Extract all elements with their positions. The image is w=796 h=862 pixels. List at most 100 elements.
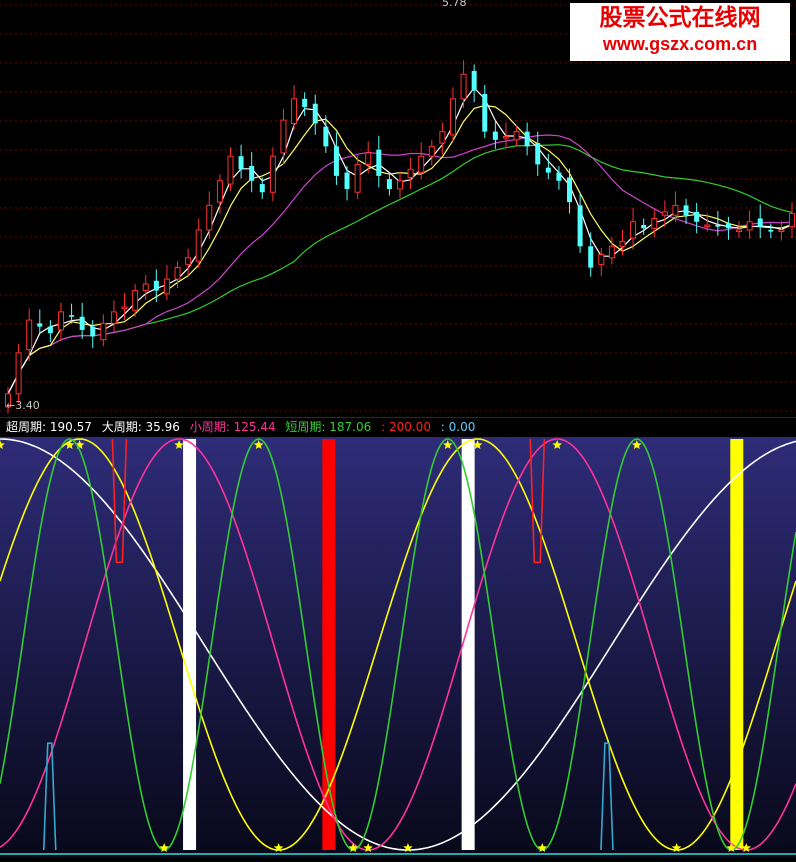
candle: [376, 135, 382, 188]
candle-body: [407, 168, 414, 179]
candle-body: [238, 156, 244, 170]
candle-body: [598, 254, 605, 265]
candle: [768, 223, 774, 239]
candle-body: [69, 315, 75, 317]
legend-big-cycle: 大周期: 35.96: [101, 420, 180, 434]
candle: [449, 87, 456, 142]
candle-body: [619, 240, 626, 247]
candle-body: [746, 221, 753, 231]
candle-body: [227, 155, 234, 185]
candle: [79, 302, 85, 339]
high-price-label: 5.78: [442, 0, 467, 9]
candle-body: [195, 229, 202, 262]
candle-body: [418, 155, 425, 174]
candle-body: [386, 179, 392, 189]
candle-body: [249, 166, 255, 181]
cycle-oscillator-svg: [0, 437, 796, 858]
candle-body: [789, 213, 795, 228]
candle-body: [694, 211, 700, 222]
candle-body: [121, 306, 128, 310]
candle-body: [683, 205, 689, 216]
candle-body: [608, 245, 615, 259]
candle: [238, 144, 244, 179]
candle-body: [460, 73, 467, 100]
candle-body: [312, 103, 318, 124]
candle-body: [79, 316, 85, 330]
candle-body: [449, 98, 456, 136]
legend-super-cycle: 超周期: 190.57: [6, 420, 92, 434]
oscillator-background: [0, 437, 796, 858]
candle-body: [567, 177, 573, 203]
candle: [37, 309, 43, 334]
candle-body: [768, 229, 774, 232]
candle-body: [651, 217, 658, 229]
candle-body: [545, 167, 551, 173]
candle-body: [174, 267, 181, 280]
candle-body: [26, 319, 33, 351]
candle: [206, 191, 213, 239]
legend-short-cycle: 短周期: 187.06: [285, 420, 372, 434]
price-chart-svg: 5.78 ←3.40: [0, 0, 796, 414]
price-chart: 5.78 ←3.40: [0, 0, 796, 417]
candle-body: [269, 155, 276, 193]
candle-body: [778, 229, 785, 233]
candle: [397, 171, 403, 198]
candle-body: [280, 119, 287, 154]
candle: [577, 193, 583, 253]
candle: [100, 314, 107, 347]
candle: [789, 202, 795, 239]
candle: [757, 204, 763, 239]
candle: [269, 147, 276, 202]
candle-body: [428, 145, 435, 157]
candle-body: [482, 93, 488, 132]
candle-body: [736, 229, 743, 233]
candle-body: [15, 352, 22, 395]
candle-body: [704, 224, 711, 228]
candle-body: [37, 323, 43, 327]
candle-body: [153, 280, 159, 291]
candle-body: [163, 278, 170, 295]
ma5-line: [7, 86, 793, 395]
candle-body: [90, 326, 96, 337]
cycle-oscillator: [0, 437, 796, 858]
candle-body: [439, 131, 446, 144]
candle-body: [715, 225, 721, 227]
candle-body: [524, 131, 530, 147]
candle: [725, 216, 731, 240]
candle-body: [302, 98, 308, 108]
legend-top-level: : 200.00: [381, 420, 431, 434]
candle: [545, 153, 551, 180]
candle-body: [57, 311, 64, 331]
candle-body: [397, 180, 403, 190]
candle-body: [471, 70, 477, 91]
candle-body: [333, 146, 339, 176]
candle-body: [185, 257, 192, 265]
candle-body: [513, 131, 520, 141]
candle: [683, 198, 689, 225]
candle: [47, 320, 53, 343]
low-price-label: ←3.40: [6, 399, 40, 412]
candle: [492, 120, 498, 149]
candle-body: [376, 149, 382, 176]
legend-bottom-level: : 0.00: [440, 420, 476, 434]
candle-body: [725, 223, 731, 229]
candle: [280, 108, 287, 165]
candle: [471, 64, 477, 103]
candle: [333, 132, 339, 185]
candle-body: [206, 204, 213, 231]
candle-body: [535, 143, 541, 165]
candle-body: [323, 126, 329, 147]
candle-body: [365, 152, 372, 165]
candle-body: [641, 225, 647, 229]
candle-body: [630, 221, 637, 239]
candle: [502, 122, 509, 149]
candle: [227, 147, 234, 191]
candle: [588, 232, 594, 277]
candle-body: [291, 98, 298, 124]
candle-body: [47, 326, 53, 334]
candle-body: [132, 290, 139, 311]
ma10-line: [7, 104, 793, 395]
candle: [556, 166, 562, 190]
signal-bar: [183, 439, 197, 850]
signal-bar: [730, 439, 744, 850]
